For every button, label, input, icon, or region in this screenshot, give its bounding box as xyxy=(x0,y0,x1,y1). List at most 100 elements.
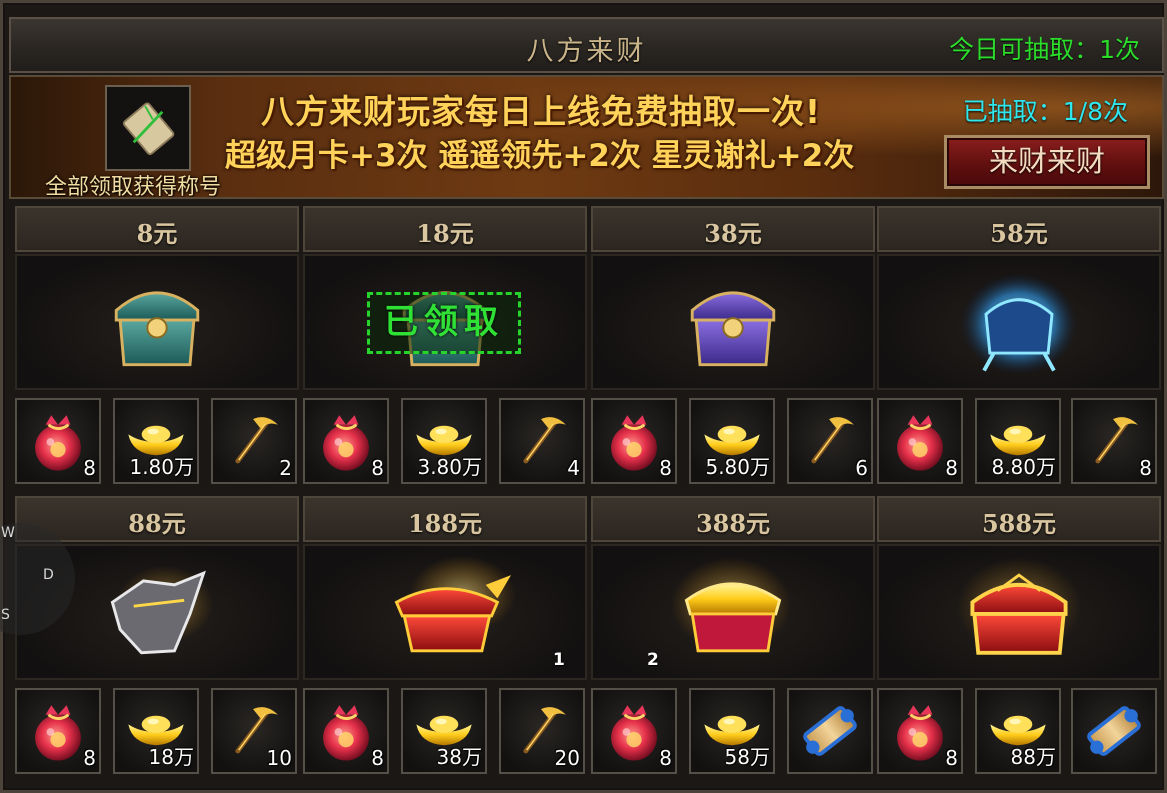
chest-display[interactable] xyxy=(303,544,587,680)
key-d-label: D xyxy=(43,567,54,583)
chest-display[interactable] xyxy=(591,544,875,680)
promo-line-2: 超级月卡+3次 遥遥领先+2次 星灵谢礼+2次 xyxy=(225,138,855,174)
reward-pickaxe[interactable]: 10 xyxy=(211,688,297,774)
reward-gold-ingot[interactable]: 5.80万 xyxy=(689,398,775,484)
tier-price: 8元 xyxy=(136,219,178,248)
reward-lucky-bag[interactable]: 8 xyxy=(303,398,389,484)
tier-card-388: 388元 2 8 58万 xyxy=(591,496,875,778)
reward-count: 58万 xyxy=(724,745,770,769)
draw-button[interactable]: 来财来财 xyxy=(944,135,1150,189)
chest-tag: 1 xyxy=(553,650,565,670)
dragon-red-chest-icon xyxy=(394,555,516,653)
tier-price: 388元 xyxy=(695,509,771,538)
purple-chest-icon xyxy=(690,291,776,367)
chest-tag: 2 xyxy=(647,650,659,670)
reward-count: 5.80万 xyxy=(705,455,770,479)
reward-count: 18万 xyxy=(148,745,194,769)
reward-count: 8 xyxy=(371,746,384,770)
reward-pickaxe[interactable]: 8 xyxy=(1071,398,1157,484)
reward-count: 20 xyxy=(554,746,580,770)
reward-count: 3.80万 xyxy=(417,455,482,479)
reward-gold-ingot[interactable]: 18万 xyxy=(113,688,199,774)
tier-header: 8元 xyxy=(15,206,299,252)
tier-card-588: 588元 8 88万 xyxy=(877,496,1161,778)
reward-count: 8 xyxy=(659,746,672,770)
tier-card-18: 18元 已领取 8 3.80万 4 xyxy=(303,206,587,488)
reward-lucky-bag[interactable]: 8 xyxy=(591,688,677,774)
reward-count: 10 xyxy=(266,746,292,770)
reward-count: 8 xyxy=(83,746,96,770)
tier-card-8: 8元 8 1.80万 2 xyxy=(15,206,299,488)
chest-display[interactable] xyxy=(15,254,299,390)
promo-line-1: 八方来财玩家每日上线免费抽取一次! xyxy=(261,92,822,131)
reward-scroll[interactable] xyxy=(1071,688,1157,774)
reward-count: 8 xyxy=(945,456,958,480)
tier-card-58: 58元 8 8.80万 8 xyxy=(877,206,1161,488)
tier-header: 388元 xyxy=(591,496,875,542)
reward-pickaxe[interactable]: 2 xyxy=(211,398,297,484)
reward-lucky-bag[interactable]: 8 xyxy=(877,688,963,774)
golden-dragon-chest-icon xyxy=(670,557,792,653)
tier-header: 38元 xyxy=(591,206,875,252)
reward-count: 8 xyxy=(945,746,958,770)
reward-pickaxe[interactable]: 6 xyxy=(787,398,873,484)
reward-count: 8 xyxy=(1139,456,1152,480)
reward-lucky-bag[interactable]: 8 xyxy=(877,398,963,484)
tier-header: 18元 xyxy=(303,206,587,252)
tier-price: 38元 xyxy=(704,219,762,248)
blue-scroll-icon xyxy=(1085,704,1143,758)
reward-lucky-bag[interactable]: 8 xyxy=(303,688,389,774)
gold-red-treasure-chest-icon xyxy=(956,557,1082,655)
title-reward-caption: 全部领取获得称号 xyxy=(45,175,222,199)
reward-gold-ingot[interactable]: 38万 xyxy=(401,688,487,774)
tier-header: 58元 xyxy=(877,206,1161,252)
reward-count: 2 xyxy=(279,456,292,480)
claimed-stamp: 已领取 xyxy=(367,292,521,354)
tier-price: 588元 xyxy=(981,509,1057,538)
key-s-label: S xyxy=(1,607,10,623)
reward-lucky-bag[interactable]: 8 xyxy=(591,398,677,484)
reward-count: 6 xyxy=(855,456,868,480)
reward-pickaxe[interactable]: 20 xyxy=(499,688,585,774)
draws-today-counter: 今日可抽取：1次 xyxy=(949,35,1140,64)
reward-count: 8 xyxy=(83,456,96,480)
reward-gold-ingot[interactable]: 88万 xyxy=(975,688,1061,774)
reward-gold-ingot[interactable]: 8.80万 xyxy=(975,398,1061,484)
reward-lucky-bag[interactable]: 8 xyxy=(15,688,101,774)
tier-price: 88元 xyxy=(128,509,186,538)
reward-count: 88万 xyxy=(1010,745,1056,769)
title-reward-slot[interactable] xyxy=(105,85,191,171)
reward-count: 1.80万 xyxy=(129,455,194,479)
chest-display[interactable] xyxy=(591,254,875,390)
tier-price: 18元 xyxy=(416,219,474,248)
chest-display[interactable] xyxy=(877,254,1161,390)
tier-header: 588元 xyxy=(877,496,1161,542)
tier-card-38: 38元 8 5.80万 6 xyxy=(591,206,875,488)
reward-pickaxe[interactable]: 4 xyxy=(499,398,585,484)
tier-header: 88元 xyxy=(15,496,299,542)
reward-scroll[interactable] xyxy=(787,688,873,774)
tier-price: 58元 xyxy=(990,219,1048,248)
drawn-counter: 已抽取：1/8次 xyxy=(962,97,1128,126)
reward-lucky-bag[interactable]: 8 xyxy=(15,398,101,484)
crystal-chest-icon xyxy=(960,273,1078,375)
reward-count: 8 xyxy=(659,456,672,480)
eight-direction-fortune-window: 八方来财 今日可抽取：1次 全部领取获得称号 八方来财玩家每日上线免费抽取一次!… xyxy=(0,0,1167,793)
green-scroll-icon xyxy=(122,102,175,156)
reward-count: 4 xyxy=(567,456,580,480)
tier-header: 188元 xyxy=(303,496,587,542)
blue-scroll-icon xyxy=(801,704,859,758)
promo-banner: 全部领取获得称号 八方来财玩家每日上线免费抽取一次! 超级月卡+3次 遥遥领先+… xyxy=(9,75,1164,199)
reward-gold-ingot[interactable]: 3.80万 xyxy=(401,398,487,484)
teal-chest-icon xyxy=(114,291,200,367)
chest-display[interactable] xyxy=(877,544,1161,680)
tier-grid: 8元 8 1.80万 2 18元 已领取 8 3.80万 4 38元 8 5.8… xyxy=(15,206,1161,778)
reward-gold-ingot[interactable]: 58万 xyxy=(689,688,775,774)
tier-card-188: 188元 1 8 38万 20 xyxy=(303,496,587,778)
reward-count: 8 xyxy=(371,456,384,480)
title-bar: 八方来财 今日可抽取：1次 xyxy=(9,17,1164,73)
reward-count: 8.80万 xyxy=(991,455,1056,479)
tier-price: 188元 xyxy=(407,509,483,538)
reward-count: 38万 xyxy=(436,745,482,769)
reward-gold-ingot[interactable]: 1.80万 xyxy=(113,398,199,484)
